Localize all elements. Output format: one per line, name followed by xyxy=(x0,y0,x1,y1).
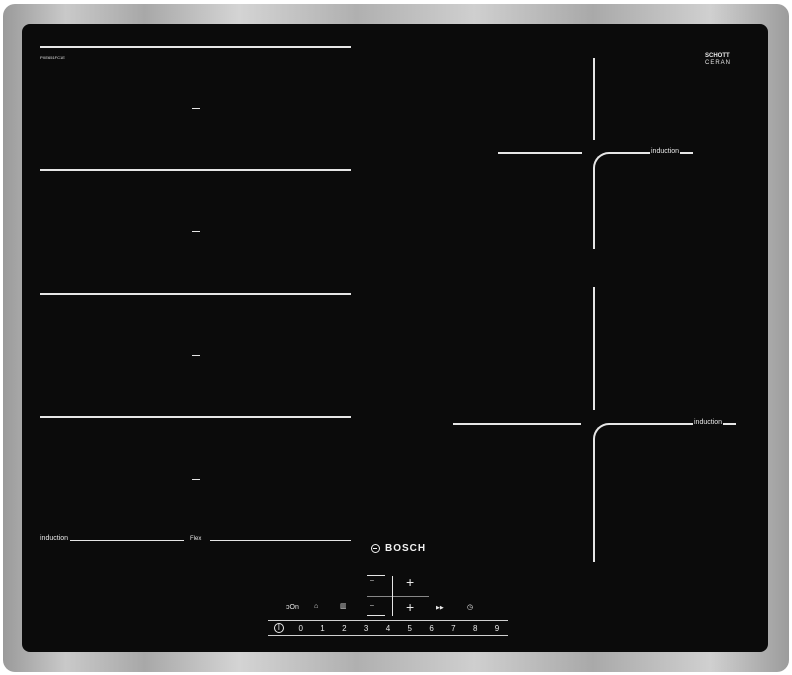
zone-center-mark-2 xyxy=(192,231,200,232)
control-divider-vertical xyxy=(392,576,393,616)
zone-center-mark-4 xyxy=(192,479,200,480)
power-button[interactable]: I xyxy=(268,623,290,633)
level-8[interactable]: 8 xyxy=(464,624,486,633)
left-zone-divider-2 xyxy=(40,169,351,171)
bosch-logo: BOSCH xyxy=(371,543,426,554)
induction-label-left: induction xyxy=(40,535,69,542)
plus-button-bottom[interactable]: + xyxy=(406,600,414,614)
left-zone-divider-3 xyxy=(40,293,351,295)
level-9[interactable]: 9 xyxy=(486,624,508,633)
right-top-zone-vertical-upper xyxy=(593,58,595,140)
bosch-armature-icon xyxy=(371,544,380,553)
control-divider-top xyxy=(367,575,385,576)
lock-button[interactable]: ▥ xyxy=(340,602,347,610)
timer-button[interactable]: ◷ xyxy=(467,603,473,611)
induction-label-right-top: induction xyxy=(651,148,680,155)
cook-sensor-button[interactable]: ↄOn xyxy=(286,604,299,611)
right-top-zone-left-line xyxy=(498,152,582,154)
power-level-slider[interactable]: I 0 1 2 3 4 5 6 7 8 9 xyxy=(268,620,508,636)
left-bottom-line-a xyxy=(70,540,184,541)
timer-minus-button-2[interactable]: – xyxy=(370,602,374,609)
brand-name: BOSCH xyxy=(385,543,427,554)
zone-center-mark-3 xyxy=(192,355,200,356)
level-0[interactable]: 0 xyxy=(290,624,312,633)
plus-button-top[interactable]: + xyxy=(406,575,414,589)
zone-select-button[interactable]: ⌂ xyxy=(314,603,318,610)
right-bottom-zone-vertical-upper xyxy=(593,287,595,410)
level-1[interactable]: 1 xyxy=(312,624,334,633)
left-zone-divider-1 xyxy=(40,46,351,48)
level-5[interactable]: 5 xyxy=(399,624,421,633)
induction-label-right-bottom: induction xyxy=(694,419,723,426)
flex-mark: Flex xyxy=(190,536,202,542)
right-top-zone-curve xyxy=(593,152,650,249)
right-bottom-zone-right-line xyxy=(723,423,736,425)
left-zone-divider-4 xyxy=(40,416,351,418)
model-code: PXE651FC1E xyxy=(40,55,65,60)
right-top-zone-right-line xyxy=(680,152,693,154)
right-bottom-zone-curve xyxy=(593,423,693,562)
schott-logo-line1: SCHOTT xyxy=(705,53,730,59)
level-3[interactable]: 3 xyxy=(355,624,377,633)
zone-center-mark-1 xyxy=(192,108,200,109)
power-boost-button[interactable]: ▶▶ xyxy=(436,605,444,611)
control-divider-mid xyxy=(367,596,429,597)
right-bottom-zone-left-line xyxy=(453,423,581,425)
level-2[interactable]: 2 xyxy=(333,624,355,633)
control-divider-bottom xyxy=(367,615,385,616)
timer-minus-button[interactable]: – xyxy=(370,577,374,584)
level-6[interactable]: 6 xyxy=(421,624,443,633)
left-bottom-line-b xyxy=(210,540,351,541)
schott-logo-line2: CERAN xyxy=(705,60,732,66)
level-7[interactable]: 7 xyxy=(443,624,465,633)
power-icon: I xyxy=(273,623,284,633)
level-4[interactable]: 4 xyxy=(377,624,399,633)
